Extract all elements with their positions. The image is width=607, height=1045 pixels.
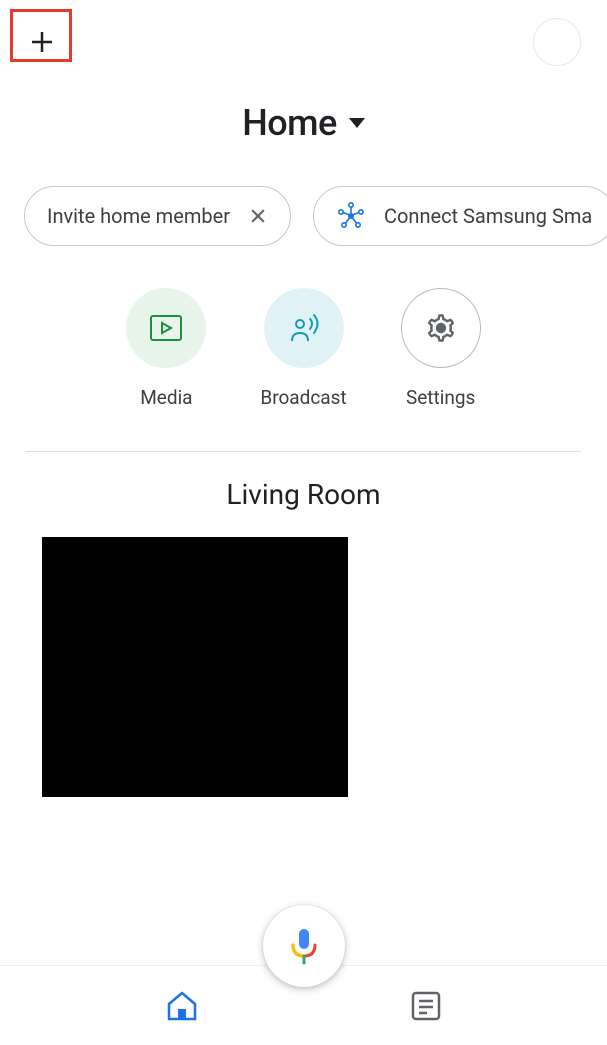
dropdown-icon xyxy=(349,118,365,128)
media-icon-circle xyxy=(126,288,206,368)
plus-button-highlight xyxy=(10,9,72,62)
home-icon xyxy=(165,990,199,1022)
media-icon xyxy=(149,314,183,342)
microphone-icon xyxy=(287,926,321,966)
top-bar xyxy=(0,0,607,66)
account-avatar[interactable] xyxy=(533,18,581,66)
broadcast-action[interactable]: Broadcast xyxy=(260,288,346,409)
dismiss-chip-button[interactable] xyxy=(248,206,268,226)
home-selector[interactable]: Home xyxy=(0,102,607,144)
close-icon xyxy=(248,206,268,226)
settings-action[interactable]: Settings xyxy=(401,288,481,409)
action-label: Broadcast xyxy=(260,386,346,409)
feed-icon xyxy=(410,990,442,1022)
nav-feed[interactable] xyxy=(390,980,462,1032)
media-action[interactable]: Media xyxy=(126,288,206,409)
nav-home[interactable] xyxy=(145,980,219,1032)
chip-label: Connect Samsung Sma xyxy=(384,204,592,228)
smartthings-icon xyxy=(336,201,366,231)
connect-samsung-chip[interactable]: Connect Samsung Sma xyxy=(313,186,607,246)
action-label: Media xyxy=(140,386,192,409)
chip-label: Invite home member xyxy=(47,204,230,228)
settings-icon-circle xyxy=(401,288,481,368)
divider xyxy=(26,451,581,452)
broadcast-icon-circle xyxy=(264,288,344,368)
home-title: Home xyxy=(242,102,337,144)
suggestion-chips: Invite home member Connec xyxy=(0,186,607,246)
quick-actions: Media Broadcast Settings xyxy=(0,288,607,409)
voice-assistant-button[interactable] xyxy=(263,905,345,987)
room-title: Living Room xyxy=(0,478,607,511)
broadcast-icon xyxy=(284,311,324,345)
invite-member-chip[interactable]: Invite home member xyxy=(24,186,291,246)
action-label: Settings xyxy=(406,386,475,409)
gear-icon xyxy=(425,312,457,344)
device-card[interactable] xyxy=(42,537,348,797)
